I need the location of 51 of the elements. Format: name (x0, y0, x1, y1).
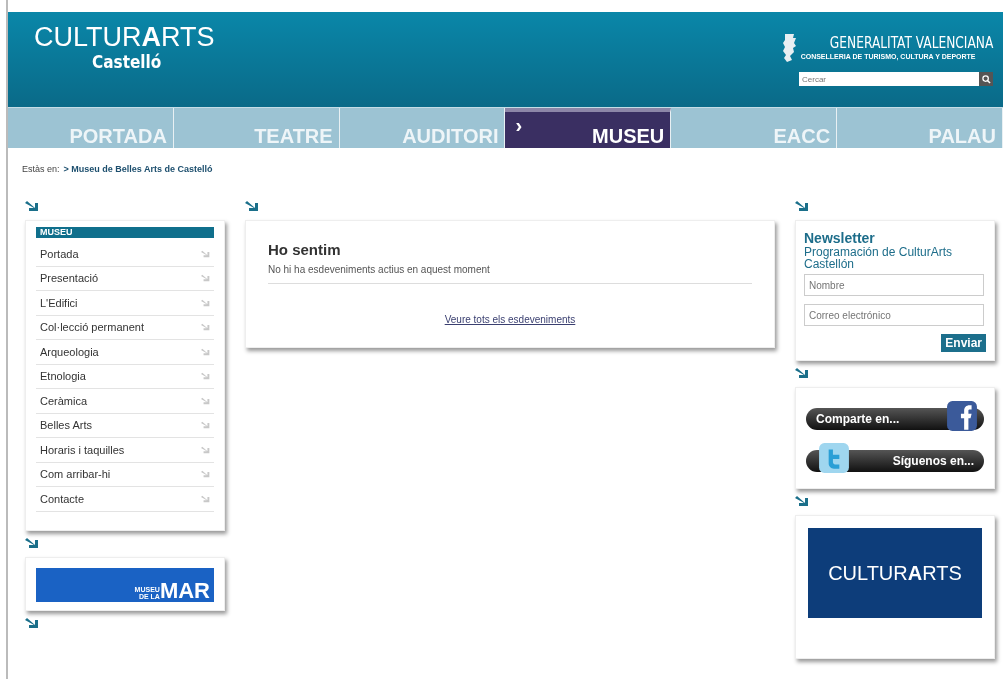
arrow-icon (795, 367, 809, 379)
arrow-icon (201, 249, 210, 258)
nav-tab[interactable]: › MUSEU (505, 108, 672, 148)
arrow-icon (25, 536, 39, 549)
menu-item[interactable]: Portada (36, 242, 214, 267)
menu-item[interactable]: Com arribar-hi (36, 462, 214, 487)
menu-item[interactable]: Belles Arts (36, 413, 214, 438)
arrow-icon (201, 274, 210, 283)
bird-logo-icon (818, 442, 850, 474)
newsletter-subtitle: Programación de CulturArts Castellón (804, 246, 954, 270)
menu-item[interactable]: Etnologia (36, 364, 214, 389)
arrow-icon (795, 495, 809, 507)
arrow-icon (201, 421, 210, 430)
menu-title: MUSEU (36, 227, 214, 238)
search-field[interactable]: Cercar (799, 72, 979, 86)
input-field[interactable]: Correo electrónico (804, 304, 984, 326)
menu-item[interactable]: Arqueologia (36, 340, 214, 365)
search-button[interactable] (979, 72, 993, 86)
arrow-icon (201, 470, 210, 479)
arrow-icon (201, 372, 210, 381)
promo-banner[interactable]: CULTURARTS (808, 528, 982, 618)
banner-title: MAR (159, 579, 210, 602)
facebook-icon (946, 400, 978, 432)
arrow-icon (201, 323, 210, 332)
menu-item[interactable]: Presentació (36, 266, 214, 291)
arrow-icon (201, 445, 210, 454)
arrow-icon (25, 200, 39, 212)
newsletter-title: Newsletter (804, 231, 876, 246)
logo-subtitle: Castelló (92, 52, 163, 72)
menu-item[interactable]: L'Edifici (36, 291, 214, 316)
notice-title: Ho sentim (268, 241, 342, 258)
arrow-icon (25, 616, 39, 629)
send-button[interactable]: Enviar (941, 334, 986, 352)
input-field[interactable]: Nombre (804, 274, 984, 296)
arrow-icon (201, 298, 210, 307)
breadcrumb-link[interactable]: > Museu de Belles Arts de Castelló (63, 164, 213, 174)
arrow-icon (201, 347, 210, 356)
arrow-icon (201, 494, 210, 503)
all-events-link[interactable]: Veure tots els esdeveniments (444, 314, 576, 325)
breadcrumb-label: Estàs en: (22, 164, 60, 174)
notice-message: No hi ha esdeveniments actius en aquest moment (268, 264, 752, 284)
arrow-icon (201, 396, 210, 405)
site-logo[interactable]: CULTURARTS (34, 22, 215, 52)
menu-item[interactable]: Col·lecció permanent (36, 315, 214, 340)
menu-item[interactable]: Contacte (36, 487, 214, 512)
arrow-icon (245, 200, 259, 212)
arrow-icon (795, 200, 809, 212)
menu-item[interactable]: Horaris i taquilles (36, 438, 214, 463)
promo-logo: CULTURARTS (828, 561, 962, 585)
government-title: GENERALITAT VALENCIANA (829, 33, 993, 52)
menu-item[interactable]: Ceràmica (36, 389, 214, 414)
